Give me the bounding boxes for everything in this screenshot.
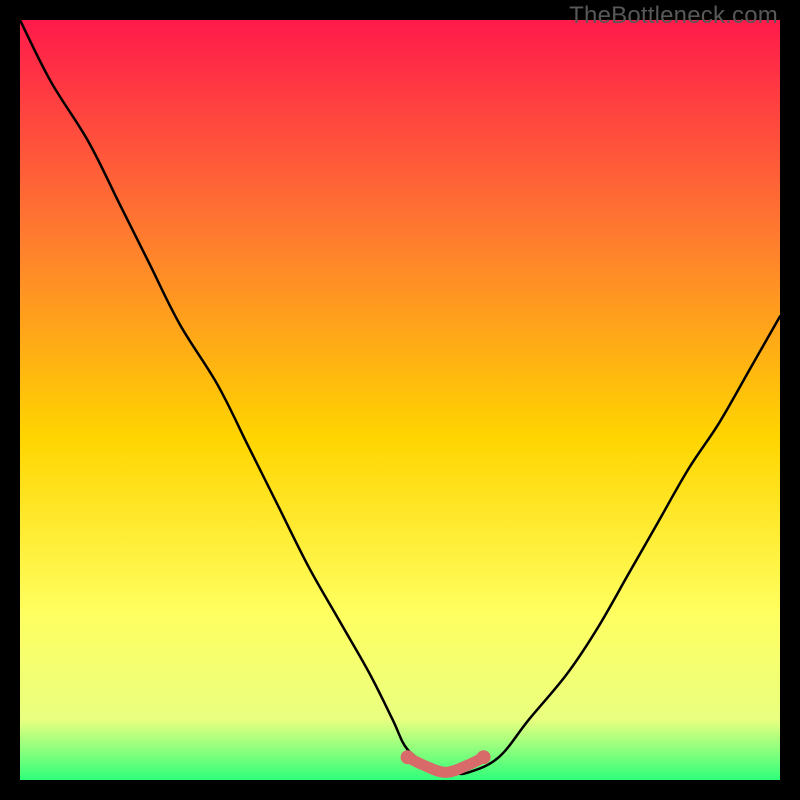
bottleneck-curve <box>20 20 780 774</box>
tolerance-dot-left <box>401 750 415 764</box>
curve-layer <box>20 20 780 780</box>
plot-area <box>20 20 780 780</box>
chart-frame: TheBottleneck.com <box>0 0 800 800</box>
tolerance-dot-right <box>477 750 491 764</box>
